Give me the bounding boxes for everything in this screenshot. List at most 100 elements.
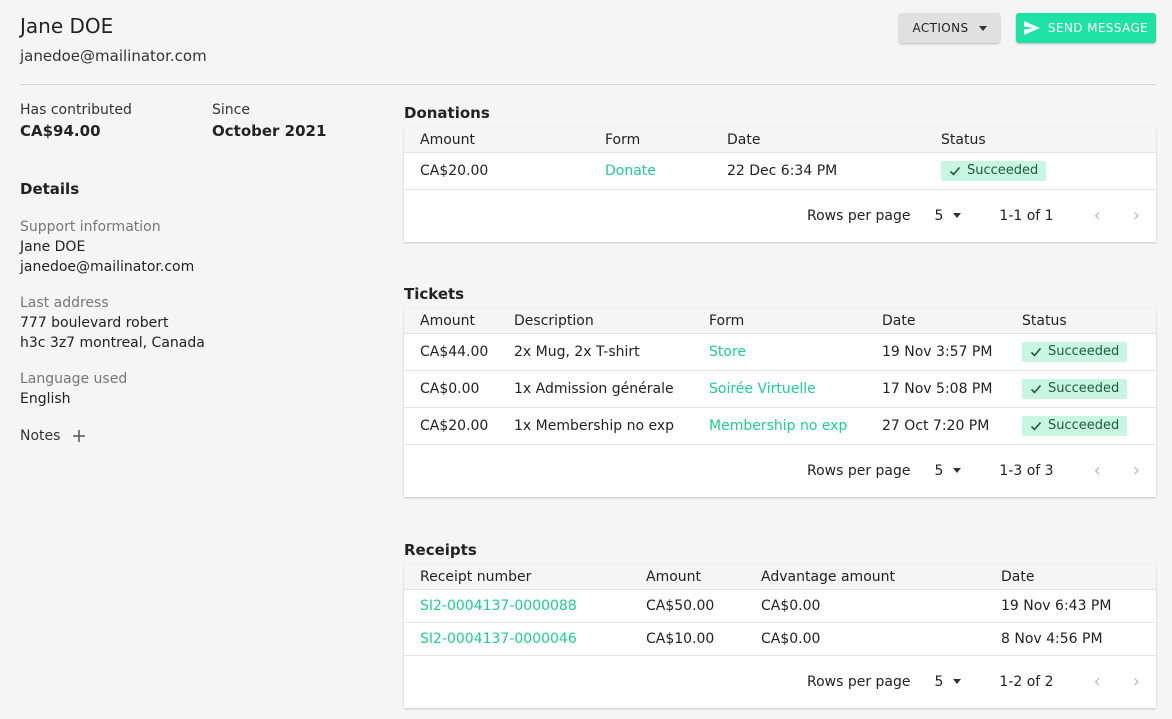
table-header-row: Receipt number Amount Advantage amount D… [404, 565, 1156, 590]
rows-per-page-label: Rows per page [806, 673, 911, 690]
pagination: Rows per page 5 1-1 of 1 ‹ › [404, 190, 1156, 242]
caret-down-icon [953, 679, 962, 684]
since-label: Since [212, 102, 250, 118]
date-cell: 8 Nov 4:56 PM [985, 622, 1156, 656]
send-icon [1023, 21, 1040, 35]
table-row[interactable]: SI2-0004137-0000046 CA$10.00 CA$0.00 8 N… [404, 622, 1156, 656]
chevron-left-icon[interactable]: ‹ [1094, 205, 1101, 226]
last-address: Last address 777 boulevard robert h3c 3z… [20, 293, 205, 353]
table-row[interactable]: CA$44.00 2x Mug, 2x T-shirt Store 19 Nov… [404, 333, 1156, 371]
status-badge: Succeeded [1022, 415, 1128, 436]
column-header: Date [866, 309, 1006, 334]
donations-table: Amount Form Date Status CA$20.00 Donate … [404, 128, 1156, 190]
amount-cell: CA$0.00 [404, 370, 498, 408]
receipt-number-link[interactable]: SI2-0004137-0000088 [404, 589, 630, 623]
form-link[interactable]: Membership no exp [693, 407, 866, 445]
column-header: Description [498, 309, 693, 334]
column-header: Receipt number [404, 565, 630, 590]
profile-header: Jane DOE janedoe@mailinator.com ACTIONS … [20, 13, 1156, 84]
description-cell: 1x Membership no exp [498, 407, 693, 445]
rows-per-page-label: Rows per page [806, 462, 911, 479]
chevron-right-icon[interactable]: › [1133, 205, 1140, 226]
pagination-range: 1-1 of 1 [999, 207, 1054, 224]
address-line-1: 777 boulevard robert [20, 315, 169, 331]
status-badge: Succeeded [941, 160, 1047, 181]
status-label: Succeeded [1048, 344, 1120, 359]
support-email: janedoe@mailinator.com [20, 259, 195, 275]
address-line-2: h3c 3z7 montreal, Canada [20, 335, 205, 351]
pagination-range: 1-2 of 2 [999, 673, 1054, 690]
date-cell: 19 Nov 3:57 PM [866, 333, 1006, 371]
chevron-left-icon[interactable]: ‹ [1094, 671, 1101, 692]
status-label: Succeeded [1048, 381, 1120, 396]
table-row[interactable]: CA$20.00 1x Membership no exp Membership… [404, 407, 1156, 445]
caret-down-icon [953, 468, 962, 473]
support-name: Jane DOE [20, 239, 86, 255]
amount-cell: CA$20.00 [404, 407, 498, 445]
donations-card: Amount Form Date Status CA$20.00 Donate … [404, 128, 1156, 242]
plus-icon[interactable] [72, 429, 86, 443]
caret-down-icon [953, 213, 962, 218]
amount-cell: CA$20.00 [404, 152, 589, 190]
rows-per-page-value: 5 [934, 673, 944, 690]
donations-title: Donations [404, 104, 490, 122]
send-message-label: SEND MESSAGE [1047, 21, 1149, 35]
form-link[interactable]: Store [693, 333, 866, 371]
status-label: Succeeded [1048, 418, 1120, 433]
table-header-row: Amount Form Date Status [404, 128, 1156, 153]
form-link[interactable]: Donate [589, 152, 711, 190]
rows-per-page-label: Rows per page [806, 207, 911, 224]
receipts-table: Receipt number Amount Advantage amount D… [404, 565, 1156, 656]
amount-cell: CA$10.00 [630, 622, 745, 656]
status-label: Succeeded [967, 163, 1039, 178]
column-header: Form [693, 309, 866, 334]
contributed-stat: Has contributed CA$94.00 [20, 102, 132, 140]
column-header: Amount [630, 565, 745, 590]
date-cell: 22 Dec 6:34 PM [711, 152, 925, 190]
send-message-button[interactable]: SEND MESSAGE [1016, 13, 1156, 43]
receipts-title: Receipts [404, 541, 477, 559]
pagination-range: 1-3 of 3 [999, 462, 1054, 479]
amount-cell: CA$50.00 [630, 589, 745, 623]
language-label: Language used [20, 371, 128, 387]
page-title: Jane DOE [20, 14, 114, 38]
status-badge: Succeeded [1022, 378, 1128, 399]
contributed-value: CA$94.00 [20, 122, 101, 140]
status-cell: Succeeded [1006, 407, 1156, 445]
tickets-card: Amount Description Form Date Status CA$4… [404, 309, 1156, 497]
pagination: Rows per page 5 1-2 of 2 ‹ › [404, 656, 1156, 708]
details-title: Details [20, 180, 80, 198]
form-link[interactable]: Soirée Virtuelle [693, 370, 866, 408]
actions-button[interactable]: ACTIONS [899, 13, 1000, 43]
column-header: Advantage amount [745, 565, 985, 590]
tickets-title: Tickets [404, 285, 465, 303]
status-cell: Succeeded [1006, 333, 1156, 371]
receipt-number-link[interactable]: SI2-0004137-0000046 [404, 622, 630, 656]
rows-per-page-select[interactable]: 5 [935, 674, 962, 690]
chevron-left-icon[interactable]: ‹ [1094, 460, 1101, 481]
notes-row: Notes [20, 428, 86, 444]
caret-down-icon [978, 25, 987, 31]
date-cell: 27 Oct 7:20 PM [866, 407, 1006, 445]
amount-cell: CA$44.00 [404, 333, 498, 371]
rows-per-page-select[interactable]: 5 [935, 208, 962, 224]
chevron-right-icon[interactable]: › [1133, 671, 1140, 692]
rows-per-page-select[interactable]: 5 [935, 463, 962, 479]
support-information: Support information Jane DOE janedoe@mai… [20, 217, 194, 277]
column-header: Amount [404, 128, 589, 153]
check-icon [1030, 347, 1042, 357]
contributed-label: Has contributed [20, 102, 132, 118]
actions-label: ACTIONS [912, 21, 969, 35]
header-divider [20, 84, 1156, 85]
support-label: Support information [20, 219, 161, 235]
check-icon [1030, 421, 1042, 431]
rows-per-page-value: 5 [934, 207, 944, 224]
receipts-card: Receipt number Amount Advantage amount D… [404, 565, 1156, 708]
table-row[interactable]: CA$20.00 Donate 22 Dec 6:34 PM Succeeded [404, 152, 1156, 190]
table-row[interactable]: SI2-0004137-0000088 CA$50.00 CA$0.00 19 … [404, 589, 1156, 623]
check-icon [1030, 384, 1042, 394]
column-header: Form [589, 128, 711, 153]
chevron-right-icon[interactable]: › [1133, 460, 1140, 481]
since-value: October 2021 [212, 122, 327, 140]
table-row[interactable]: CA$0.00 1x Admission générale Soirée Vir… [404, 370, 1156, 408]
